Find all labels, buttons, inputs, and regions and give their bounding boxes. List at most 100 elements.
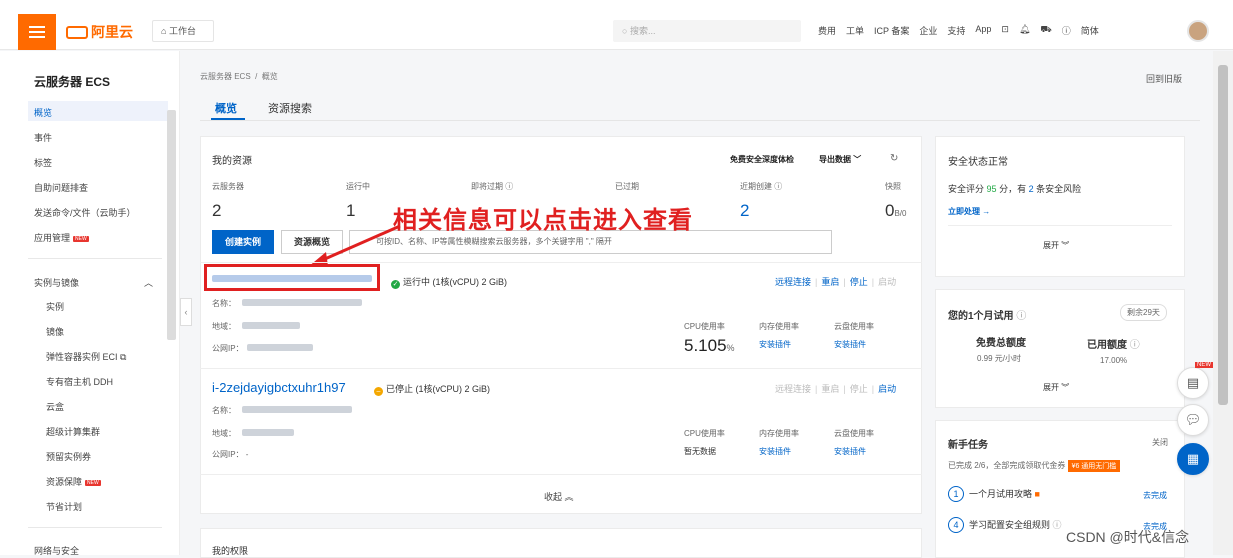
- handle-now-link[interactable]: 立即处理 →: [948, 206, 990, 217]
- help-icon: ⓘ: [1052, 520, 1062, 530]
- feedback-icon[interactable]: 💬︎: [1177, 404, 1209, 436]
- sidebar-group-instances[interactable]: 实例与镜像 ︿: [34, 276, 153, 289]
- news-icon[interactable]: ▤: [1177, 367, 1209, 399]
- nav-app[interactable]: App: [975, 24, 991, 37]
- sidebar-item-tags[interactable]: 标签: [34, 156, 52, 169]
- sidebar-item-savings-plan[interactable]: 节省计划: [46, 500, 82, 513]
- nav-support[interactable]: 支持: [947, 24, 965, 37]
- stop-link[interactable]: 停止: [850, 277, 868, 287]
- refresh-icon[interactable]: ↻: [890, 153, 898, 164]
- new-badge: NEW: [1195, 362, 1213, 368]
- instance-ip-redacted: [247, 344, 313, 351]
- stat-label-recent: 近期创建 ⓘ: [740, 182, 783, 191]
- disk-usage-label: 云盘使用率: [834, 322, 874, 331]
- page-scrollbar[interactable]: [1213, 51, 1233, 555]
- instance-name-label: 名称：: [212, 406, 236, 415]
- cpu-usage-value: 5.105%: [684, 336, 735, 355]
- install-plugin-link[interactable]: 安装插件: [834, 446, 866, 457]
- install-plugin-link[interactable]: 安装插件: [759, 446, 791, 457]
- start-link: 启动: [878, 277, 897, 287]
- stat-label-expired: 已过期: [615, 182, 639, 191]
- stat-value-snapshot[interactable]: 0B/0: [885, 201, 906, 221]
- tasks-close-link[interactable]: 关闭: [1152, 437, 1168, 448]
- sidebar-item-image[interactable]: 镜像: [46, 325, 64, 338]
- cpu-usage-label: CPU使用率: [684, 322, 725, 331]
- restart-link[interactable]: 重启: [821, 277, 839, 287]
- row-divider: [200, 368, 922, 369]
- create-instance-button[interactable]: 创建实例: [212, 230, 274, 254]
- sidebar-item-cloud-assistant[interactable]: 发送命令/文件（云助手）: [34, 206, 136, 219]
- sidebar-item-troubleshoot[interactable]: 自助问题排查: [34, 181, 88, 194]
- cart-icon[interactable]: ⛟: [1040, 24, 1051, 37]
- check-icon: ✓: [391, 280, 400, 289]
- instance-region-redacted: [242, 429, 294, 436]
- stat-label-servers: 云服务器: [212, 182, 244, 191]
- cpu-usage-label: CPU使用率: [684, 429, 725, 438]
- trial-expand[interactable]: 展开 ︾: [1043, 382, 1069, 393]
- sidebar-group-network[interactable]: 网络与安全: [34, 544, 79, 557]
- avatar[interactable]: [1187, 20, 1209, 42]
- collapse-sidebar-button[interactable]: ‹: [180, 298, 192, 326]
- coupon-badge: ¥6 通用无门槛: [1067, 460, 1121, 472]
- tab-overview[interactable]: 概览: [215, 100, 237, 116]
- sidebar-item-eci[interactable]: 弹性容器实例 ECI ⧉: [46, 350, 126, 363]
- sidebar-scrollbar[interactable]: [167, 110, 176, 340]
- nav-language[interactable]: 简体: [1081, 24, 1099, 37]
- export-data-dropdown[interactable]: 导出数据 ﹀: [819, 154, 861, 165]
- workspace-button[interactable]: ⌂ 工作台: [152, 20, 214, 42]
- sidebar-item-events[interactable]: 事件: [34, 131, 52, 144]
- chevron-down-icon: ︾: [1061, 241, 1070, 250]
- security-expand[interactable]: 展开 ︾: [1043, 240, 1069, 251]
- menu-icon[interactable]: [18, 14, 56, 50]
- sidebar-item-app-management[interactable]: 应用管理 NEW: [34, 231, 89, 244]
- task-action-link[interactable]: 去完成: [1143, 490, 1167, 501]
- collapse-toggle[interactable]: 收起 ︽: [544, 490, 574, 503]
- apps-icon[interactable]: ▦: [1177, 443, 1209, 475]
- annotation-text: 相关信息可以点击进入查看: [393, 207, 693, 234]
- sidebar-item-scc[interactable]: 超级计算集群: [46, 425, 100, 438]
- install-plugin-link[interactable]: 安装插件: [834, 339, 866, 350]
- start-link[interactable]: 启动: [878, 384, 896, 394]
- task-item[interactable]: 1 一个月试用攻略 ■: [948, 486, 1040, 502]
- chevron-up-icon: ︽: [564, 492, 574, 502]
- nav-icp[interactable]: ICP 备案: [874, 24, 909, 37]
- resources-title: 我的资源: [212, 156, 252, 167]
- sidebar-item-cloudbox[interactable]: 云盒: [46, 400, 64, 413]
- stat-value-servers[interactable]: 2: [212, 201, 221, 221]
- trial-remaining-badge: 剩余29天: [1120, 304, 1167, 321]
- task-item[interactable]: 4 学习配置安全组规则 ⓘ: [948, 517, 1062, 533]
- free-quota-label: 免费总额度: [976, 338, 1026, 349]
- breadcrumb-ecs[interactable]: 云服务器 ECS: [200, 72, 251, 81]
- chevron-up-icon: ︿: [144, 278, 154, 288]
- sidebar-item-reserved[interactable]: 预留实例券: [46, 450, 91, 463]
- annotation-highlight-box: [204, 264, 380, 291]
- sidebar-item-resource-guarantee[interactable]: 资源保障 NEW: [46, 475, 101, 488]
- mem-usage-label: 内存使用率: [759, 322, 799, 331]
- instance-ops: 远程连接 | 重启 | 停止 | 启动: [775, 277, 897, 287]
- bell-icon[interactable]: 🔔︎: [1019, 24, 1030, 37]
- remote-connect-link[interactable]: 远程连接: [775, 277, 811, 287]
- mem-usage-label: 内存使用率: [759, 429, 799, 438]
- instance-ip-label: 公网IP：: [212, 344, 244, 353]
- instance-region-label: 地域：: [212, 322, 236, 331]
- search-input[interactable]: ○ 搜索...: [613, 20, 801, 42]
- instance-ops: 远程连接 | 重启 | 停止 | 启动: [775, 384, 897, 394]
- nav-ticket[interactable]: 工单: [846, 24, 864, 37]
- deep-check-link[interactable]: 免费安全深度体检: [730, 154, 794, 165]
- help-icon[interactable]: ⓘ: [1062, 24, 1071, 37]
- sidebar-divider: [28, 527, 162, 528]
- sidebar-item-ddh[interactable]: 专有宿主机 DDH: [46, 375, 113, 388]
- nav-billing[interactable]: 费用: [818, 24, 836, 37]
- brand-logo[interactable]: 阿里云: [66, 22, 133, 42]
- install-plugin-link[interactable]: 安装插件: [759, 339, 791, 350]
- nav-enterprise[interactable]: 企业: [919, 24, 937, 37]
- stat-value-recent[interactable]: 2: [740, 201, 749, 221]
- sidebar-item-instance[interactable]: 实例: [46, 300, 64, 313]
- sidebar-item-overview[interactable]: 概览: [34, 106, 52, 119]
- tab-resource-search[interactable]: 资源搜索: [268, 100, 312, 116]
- terminal-icon[interactable]: ⊡: [1001, 24, 1009, 37]
- instance-status-running: ✓ 运行中 (1核(vCPU) 2 GiB): [391, 277, 508, 289]
- stat-value-running[interactable]: 1: [346, 201, 355, 221]
- back-old-version-link[interactable]: 回到旧版: [1146, 72, 1182, 85]
- instance-id-link[interactable]: i-2zejdayigbctxuhr1h97: [212, 380, 346, 395]
